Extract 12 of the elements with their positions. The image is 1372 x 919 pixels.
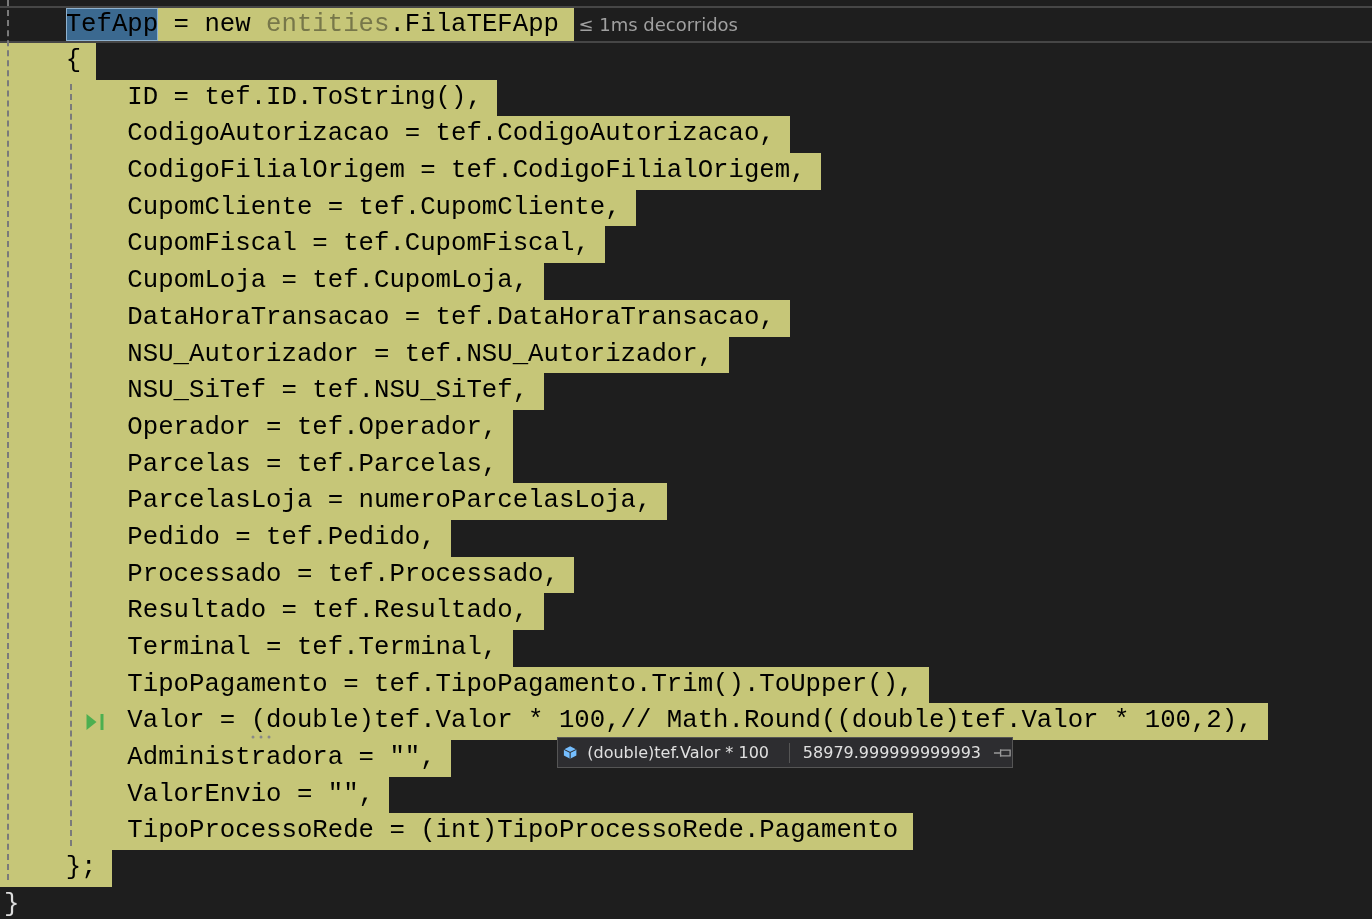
perf-tip[interactable]: ≤ 1ms decorridos [574, 8, 738, 41]
code-line: } [4, 888, 20, 919]
hint-dots-icon[interactable] [250, 735, 271, 740]
pin-icon[interactable] [993, 746, 1012, 759]
code-token: = new [158, 8, 267, 41]
cube-icon [563, 745, 578, 760]
expression-text: (double)tef.Valor * 100 [587, 743, 770, 762]
namespace-token: entities [266, 8, 390, 41]
code-token: .FilaTEFApp [389, 8, 575, 41]
value-text[interactable]: 58979.999999999993 [802, 743, 981, 762]
run-to-cursor-icon[interactable] [85, 713, 106, 732]
selected-text: TefApp [65, 8, 159, 41]
